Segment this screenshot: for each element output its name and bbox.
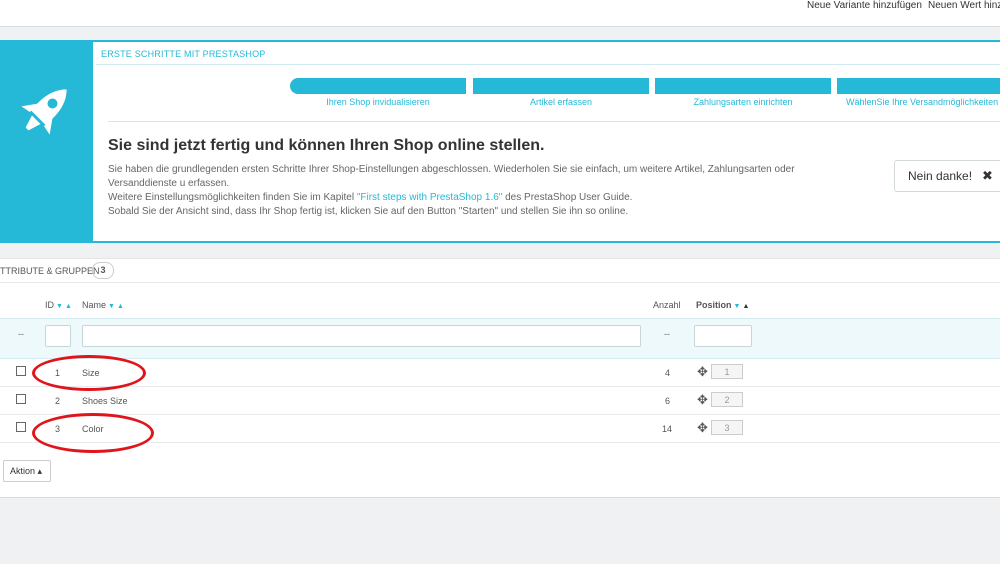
- cell-id: 1: [55, 368, 61, 378]
- row-checkbox[interactable]: [16, 366, 26, 376]
- cell-id: 2: [55, 396, 61, 406]
- sort-desc-icon[interactable]: ▼: [734, 303, 741, 310]
- divider: [96, 64, 1000, 65]
- header-label: Name: [82, 300, 107, 310]
- step-label: Zahlungsarten einrichten: [693, 97, 793, 107]
- paragraph: Weitere Einstellungsmöglichkeiten finden…: [108, 191, 848, 205]
- cell-name: Size: [82, 368, 100, 378]
- add-variant-link[interactable]: Neue Variante hinzufügen: [807, 0, 922, 11]
- column-header-count: Anzahl: [653, 300, 681, 310]
- sort-desc-icon[interactable]: ▼: [56, 303, 63, 310]
- step-payment[interactable]: Zahlungsarten einrichten: [655, 78, 831, 107]
- cell-id: 3: [55, 424, 61, 434]
- filter-placeholder: --: [18, 329, 24, 339]
- count-badge: 3: [92, 262, 114, 279]
- sort-asc-icon[interactable]: ▲: [742, 303, 749, 310]
- table-row[interactable]: 1 Size 4 ✥ 1: [0, 358, 1000, 387]
- position-value: 1: [711, 364, 743, 379]
- button-label: Nein danke!: [908, 169, 973, 183]
- text: Weitere Einstellungsmöglichkeiten finden…: [108, 192, 357, 203]
- onboarding-description: Sie haben die grundlegenden ersten Schri…: [108, 163, 848, 219]
- divider: [108, 121, 1000, 122]
- paragraph: Sie haben die grundlegenden ersten Schri…: [108, 164, 795, 189]
- column-header-id[interactable]: ID ▼ ▲: [45, 300, 72, 310]
- onboarding-panel: ERSTE SCHRITTE MIT PRESTASHOP Ihren Shop…: [0, 40, 1000, 243]
- row-checkbox[interactable]: [16, 422, 26, 432]
- filter-placeholder: --: [664, 329, 670, 339]
- rocket-banner: [0, 42, 93, 241]
- close-icon: ✖: [982, 168, 993, 183]
- text: des PrestaShop User Guide.: [502, 192, 633, 203]
- header-label: ID: [45, 300, 54, 310]
- step-shipping[interactable]: WählenSie Ihre Versandmöglichkeiten: [837, 78, 1000, 107]
- attributes-panel: TTRIBUTE & GRUPPEN 3 ID ▼ ▲ Name ▼ ▲ Anzahl …: [0, 258, 1000, 498]
- add-value-link[interactable]: Neuen Wert hinzu: [928, 0, 1000, 11]
- step-bar: [473, 78, 649, 94]
- table-row[interactable]: 2 Shoes Size 6 ✥ 2: [0, 386, 1000, 415]
- step-label: WählenSie Ihre Versandmöglichkeiten: [846, 97, 999, 107]
- onboarding-heading: Sie sind jetzt fertig und können Ihren S…: [108, 137, 545, 154]
- step-bar: [290, 78, 466, 94]
- user-guide-link[interactable]: "First steps with PrestaShop 1.6": [357, 192, 503, 203]
- cell-count: 4: [665, 368, 671, 378]
- cell-count: 14: [662, 424, 673, 434]
- step-bar: [837, 78, 1000, 94]
- column-header-name[interactable]: Name ▼ ▲: [82, 300, 124, 310]
- step-label: Ihren Shop invidualisieren: [326, 97, 430, 107]
- position-value: 2: [711, 392, 743, 407]
- panel-header: TTRIBUTE & GRUPPEN 3: [0, 259, 1000, 283]
- drag-handle-icon[interactable]: ✥: [697, 392, 708, 408]
- position-filter-input[interactable]: [694, 325, 752, 347]
- drag-handle-icon[interactable]: ✥: [697, 364, 708, 380]
- step-customize-shop[interactable]: Ihren Shop invidualisieren: [290, 78, 466, 107]
- cell-count: 6: [665, 396, 671, 406]
- column-header-position[interactable]: Position ▼ ▲: [696, 300, 749, 310]
- sort-desc-icon[interactable]: ▼: [108, 303, 115, 310]
- rocket-icon: [21, 89, 67, 135]
- header-label: Position: [696, 300, 732, 310]
- onboarding-title: ERSTE SCHRITTE MIT PRESTASHOP: [101, 49, 266, 59]
- cell-name: Shoes Size: [82, 396, 128, 406]
- cell-name: Color: [82, 424, 104, 434]
- top-toolbar: Neue Variante hinzufügen Neuen Wert hinz…: [0, 0, 1000, 27]
- table-row[interactable]: 3 Color 14 ✥ 3: [0, 414, 1000, 443]
- step-add-products[interactable]: Artikel erfassen: [473, 78, 649, 107]
- drag-handle-icon[interactable]: ✥: [697, 420, 708, 436]
- sort-asc-icon[interactable]: ▲: [117, 303, 124, 310]
- row-checkbox[interactable]: [16, 394, 26, 404]
- no-thanks-button[interactable]: Nein danke! ✖: [894, 160, 1000, 192]
- position-value: 3: [711, 420, 743, 435]
- step-label: Artikel erfassen: [529, 97, 593, 107]
- sort-asc-icon[interactable]: ▲: [65, 303, 72, 310]
- id-filter-input[interactable]: [45, 325, 71, 347]
- name-filter-input[interactable]: [82, 325, 641, 347]
- panel-title: TTRIBUTE & GRUPPEN: [0, 266, 100, 276]
- paragraph: Sobald Sie der Ansicht sind, dass Ihr Sh…: [108, 206, 629, 217]
- filter-row: -- --: [0, 318, 1000, 359]
- bulk-action-button[interactable]: Aktion ▴: [3, 460, 51, 482]
- step-bar: [655, 78, 831, 94]
